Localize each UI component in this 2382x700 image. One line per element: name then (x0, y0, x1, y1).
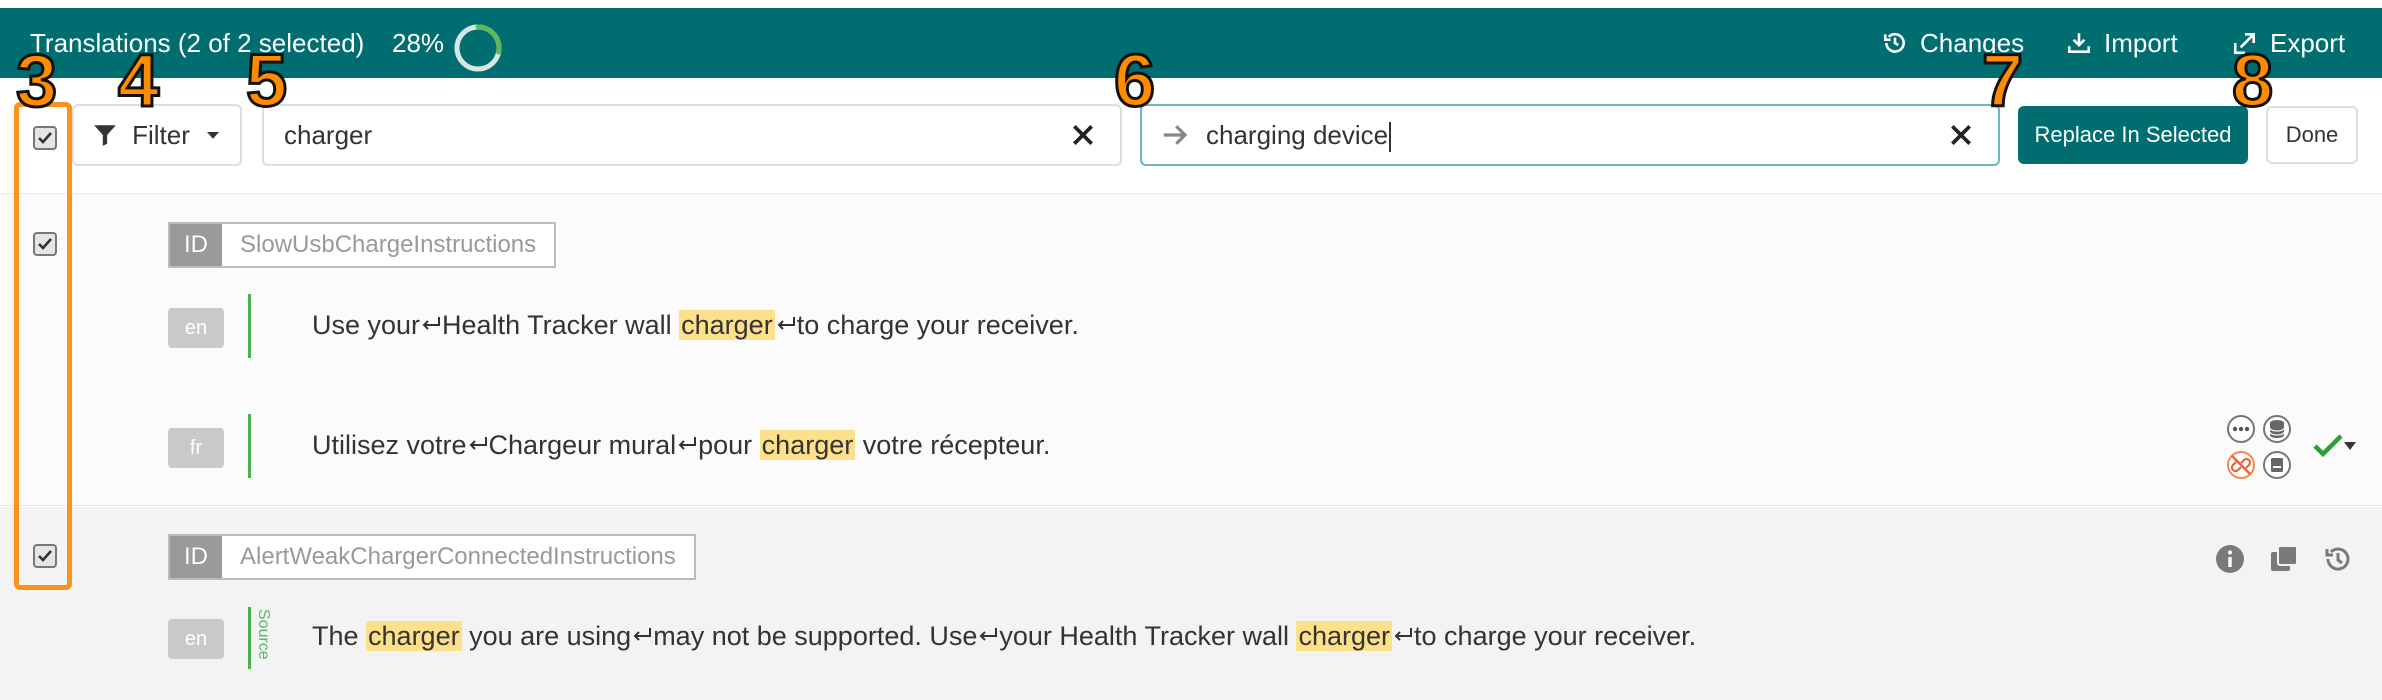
done-button[interactable]: Done (2266, 106, 2358, 164)
no-link-icon[interactable] (2226, 450, 2256, 480)
history-icon[interactable] (2322, 543, 2354, 575)
find-replace-toolbar: Filter charger charging device Replace I… (0, 78, 2382, 194)
caret-down-icon[interactable] (2342, 440, 2358, 452)
history-icon (1883, 32, 1905, 53)
annotation-highlight-box (14, 102, 72, 590)
source-bar (248, 607, 251, 669)
find-value: charger (284, 120, 373, 150)
match-highlight: charger (1296, 621, 1393, 651)
replace-input[interactable]: charging device (1140, 104, 2000, 166)
approved-check-icon[interactable] (2312, 432, 2344, 460)
page-title: Translations (2 of 2 selected) (30, 28, 365, 58)
match-highlight: charger (759, 430, 856, 460)
id-key: ID (170, 536, 222, 578)
return-icon (469, 437, 487, 450)
return-icon (1394, 628, 1413, 641)
return-icon (777, 317, 795, 330)
annotation-number: 6 (1112, 39, 1156, 122)
source-text: The charger you are using may not be supp… (312, 621, 1697, 651)
info-icon[interactable] (2214, 543, 2246, 575)
return-icon (422, 317, 441, 330)
clear-find-icon[interactable] (1070, 122, 1096, 148)
translation-row: ID AlertWeakChargerConnectedInstructions… (0, 507, 2382, 700)
language-badge-en: en (168, 308, 224, 348)
match-highlight: charger (679, 310, 775, 340)
annotation-number: 3 (14, 39, 58, 122)
filter-icon (94, 125, 116, 146)
import-button[interactable]: Import (2066, 8, 2178, 78)
id-value: SlowUsbChargeInstructions (240, 231, 537, 258)
export-label: Export (2270, 28, 2346, 58)
clear-replace-icon[interactable] (1948, 122, 1974, 148)
filter-label: Filter (132, 119, 190, 150)
replace-in-selected-button[interactable]: Replace In Selected (2018, 106, 2248, 164)
annotation-number: 4 (116, 39, 160, 122)
translation-row: ID SlowUsbChargeInstructions en Use your… (0, 194, 2382, 506)
target-bar (248, 414, 251, 478)
progress-percent: 28% (392, 28, 445, 58)
annotation-number: 5 (244, 39, 288, 122)
copy-icon[interactable] (2268, 543, 2300, 575)
string-id-tag: ID SlowUsbChargeInstructions (168, 222, 557, 268)
annotation-number: 8 (2230, 39, 2274, 122)
string-id-tag: ID AlertWeakChargerConnectedInstructions (168, 534, 696, 580)
id-key: ID (170, 224, 222, 266)
more-options-icon[interactable] (2226, 414, 2256, 444)
return-icon (633, 628, 652, 641)
source-label: Source (255, 609, 272, 660)
text-caret (1389, 122, 1392, 153)
find-input[interactable]: charger (262, 104, 1122, 166)
source-text: Use your Health Tracker wall charger to ch… (312, 310, 1079, 340)
match-highlight: charger (366, 621, 462, 651)
top-bar: Translations (2 of 2 selected) 28% Chang… (0, 8, 2382, 78)
annotation-number: 7 (1980, 39, 2024, 122)
target-text[interactable]: Utilisez votre Chargeur mural pour charger… (312, 430, 1050, 461)
language-badge-en: en (168, 619, 224, 659)
id-value: AlertWeakChargerConnectedInstructions (240, 543, 676, 570)
replace-value: charging device (1206, 120, 1389, 150)
memory-icon[interactable] (2262, 450, 2292, 480)
progress-ring-icon (454, 24, 502, 72)
return-icon (979, 628, 998, 641)
return-icon (678, 437, 697, 450)
import-label: Import (2104, 28, 2178, 58)
import-icon (2067, 33, 2091, 53)
language-badge-fr: fr (168, 428, 224, 468)
database-icon[interactable] (2262, 414, 2292, 444)
source-bar (248, 294, 251, 358)
arrow-right-icon (1163, 125, 1188, 145)
caret-down-icon (206, 132, 219, 139)
